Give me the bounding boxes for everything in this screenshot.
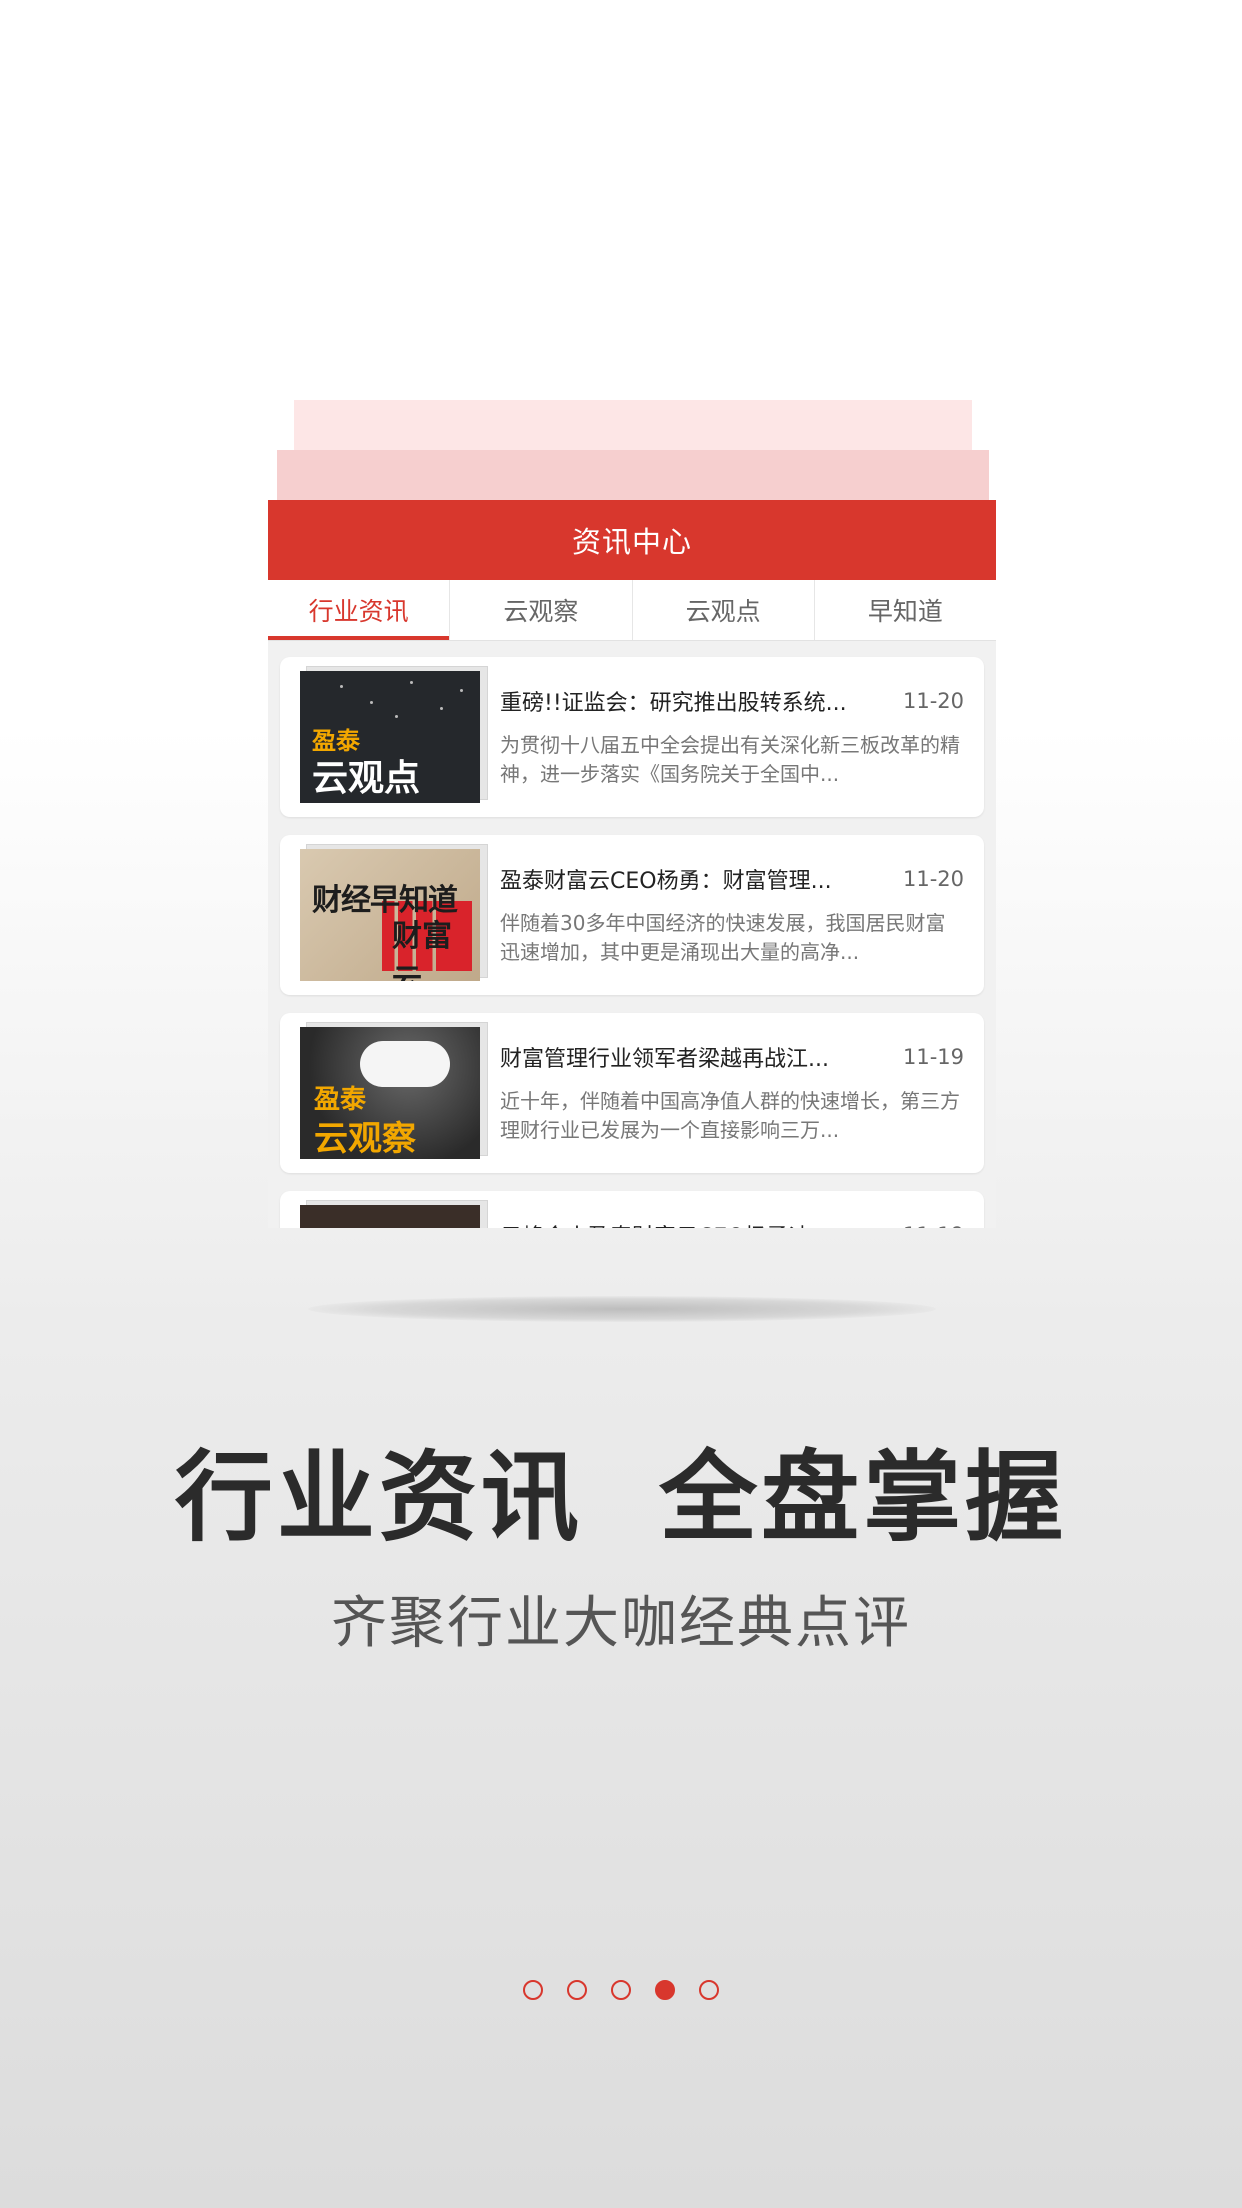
tab-cloud-observation[interactable]: 云观察 bbox=[450, 580, 633, 640]
page-dot[interactable] bbox=[523, 1980, 543, 2000]
article-thumbnail: 盈泰 云观察 bbox=[300, 1022, 488, 1159]
article-card[interactable]: 盈泰 云观点 重磅!!证监会：研究推出股转系统... 11-20 为贯彻十八届五… bbox=[280, 657, 984, 817]
article-date: 11-20 bbox=[902, 867, 964, 891]
thumbnail-image bbox=[300, 1205, 480, 1228]
page-dot[interactable] bbox=[567, 1980, 587, 2000]
tab-cloud-viewpoint[interactable]: 云观点 bbox=[633, 580, 815, 640]
article-date: 11-19 bbox=[903, 1223, 964, 1228]
article-date: 11-19 bbox=[902, 1045, 964, 1069]
tab-bar: 行业资讯 云观察 云观点 早知道 bbox=[268, 580, 996, 641]
article-thumbnail: 盈泰 云观点 bbox=[300, 666, 488, 803]
tab-early-know[interactable]: 早知道 bbox=[815, 580, 996, 640]
thumbnail-image: 盈泰 云观察 bbox=[300, 1027, 480, 1159]
article-card[interactable]: 盈泰 云观察 财富管理行业领军者梁越再战江... 11-19 近十年，伴随着中国… bbox=[280, 1013, 984, 1173]
tab-label: 云观察 bbox=[503, 597, 579, 626]
article-thumbnail: 财经早知道 财富云 bbox=[300, 844, 488, 981]
article-title: 财富管理行业领军者梁越再战江... bbox=[500, 1047, 829, 1072]
article-title: 重磅!!证监会：研究推出股转系统... bbox=[500, 691, 847, 716]
thumbnail-image: 盈泰 云观点 bbox=[300, 671, 480, 803]
article-title: 云峰会丨盈泰财富云CEO杨勇迪... bbox=[500, 1219, 832, 1228]
phone-header: 资讯中心 bbox=[268, 500, 996, 580]
page-dot-active[interactable] bbox=[655, 1980, 675, 2000]
tab-label: 云观点 bbox=[685, 597, 761, 626]
phone-preview: 资讯中心 行业资讯 云观察 云观点 早知道 盈泰 云观点 重磅!!证监会：研究推… bbox=[268, 500, 996, 1228]
page-subheadline: 齐聚行业大咖经典点评 bbox=[331, 1591, 911, 1656]
page-dot[interactable] bbox=[611, 1980, 631, 2000]
article-card[interactable]: 财经早知道 财富云 盈泰财富云CEO杨勇：财富管理... 11-20 伴随着30… bbox=[280, 835, 984, 995]
thumbnail-caption: 财富云 bbox=[392, 919, 452, 981]
article-summary: 近十年，伴随着中国高净值人群的快速增长，第三方理财行业已发展为一个直接影响三万.… bbox=[500, 1089, 960, 1142]
thumbnail-caption: 云观察 bbox=[314, 1119, 416, 1159]
article-list: 盈泰 云观点 重磅!!证监会：研究推出股转系统... 11-20 为贯彻十八届五… bbox=[268, 641, 996, 1228]
header-title: 资讯中心 bbox=[571, 525, 692, 559]
pagination-dots bbox=[0, 1980, 1242, 2000]
article-thumbnail bbox=[300, 1200, 488, 1228]
page-dot[interactable] bbox=[699, 1980, 719, 2000]
tab-label: 行业资讯 bbox=[308, 597, 409, 626]
tab-industry-news[interactable]: 行业资讯 bbox=[268, 580, 451, 640]
tab-label: 早知道 bbox=[867, 597, 943, 626]
article-card[interactable]: 云峰会丨盈泰财富云CEO杨勇迪... 11-19 bbox=[280, 1191, 984, 1228]
article-summary: 为贯彻十八届五中全会提出有关深化新三板改革的精神，进一步落实《国务院关于全国中.… bbox=[500, 733, 960, 786]
phone-shadow bbox=[308, 1296, 936, 1322]
article-summary: 伴随着30多年中国经济的快速发展，我国居民财富迅速增加，其中更是涌现出大量的高净… bbox=[500, 911, 946, 964]
thumbnail-image: 财经早知道 财富云 bbox=[300, 849, 480, 981]
article-title: 盈泰财富云CEO杨勇：财富管理... bbox=[500, 869, 832, 894]
thumbnail-caption: 云观点 bbox=[312, 758, 421, 799]
page-headline: 行业资讯 全盘掌握 bbox=[174, 1441, 1068, 1555]
article-date: 11-20 bbox=[902, 689, 964, 713]
